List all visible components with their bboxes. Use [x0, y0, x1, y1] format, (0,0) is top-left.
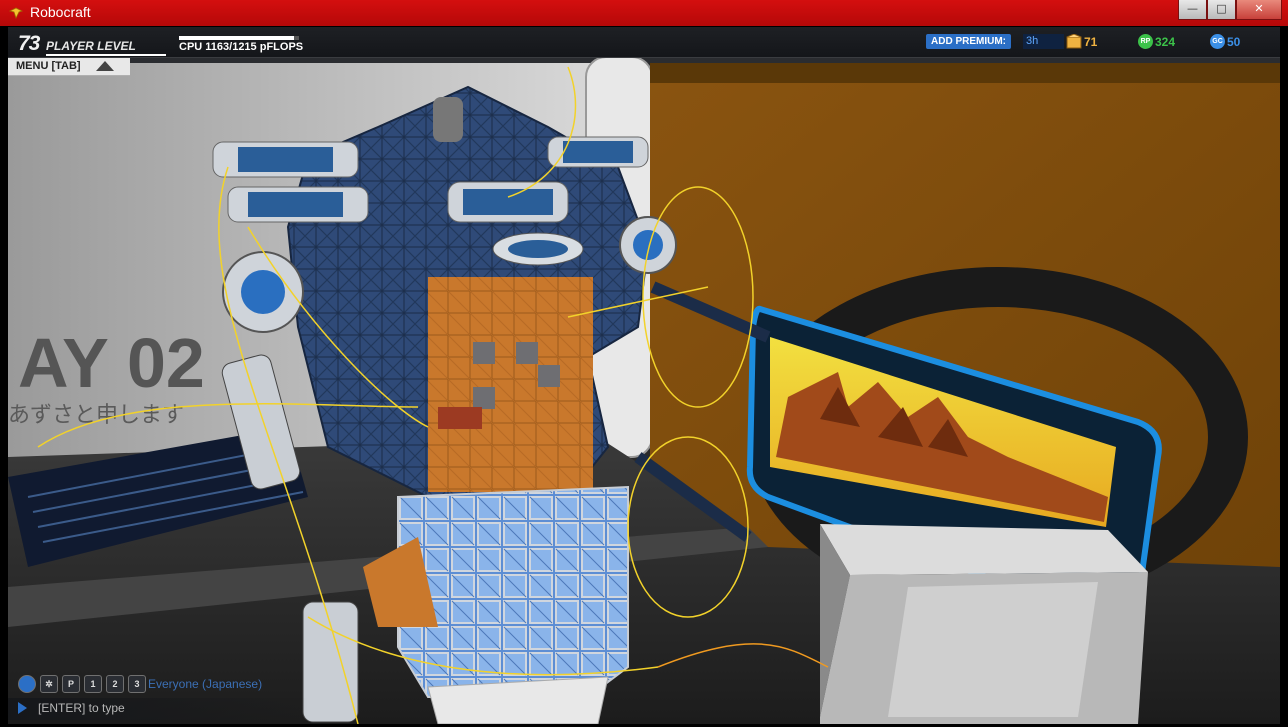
accessibility-icon[interactable]: ✲ [40, 675, 58, 693]
cpu-label: CPU 1163/1215 pFLOPS [179, 41, 304, 53]
rp-icon: RP [1138, 34, 1153, 49]
player-level-label: PLAYER LEVEL [46, 39, 136, 53]
window-title: Robocraft [30, 4, 91, 20]
garage-scene[interactable]: AY 02 あずさと申します [8, 27, 1280, 724]
player-level-number: 73 [18, 32, 40, 55]
player-level-progress [46, 54, 166, 56]
chat-panel: ✲ P 1 2 3 Everyone (Japanese) [ENTER] to… [8, 672, 308, 724]
menu-label: MENU [TAB] [16, 60, 81, 72]
wall-japanese-text: あずさと申します [8, 403, 184, 428]
minimize-button[interactable]: — [1178, 0, 1207, 20]
chat-channel-icons: ✲ P 1 2 3 [18, 675, 146, 693]
cpu-usage-bar [179, 36, 299, 40]
menu-tab-button[interactable]: MENU [TAB] [8, 58, 130, 76]
chat-channel-label: Everyone (Japanese) [148, 677, 263, 691]
player-2-icon[interactable]: 2 [106, 675, 124, 693]
game-viewport[interactable]: AY 02 あずさと申します 73 PLAYER LEVEL CPU 1163/… [8, 27, 1280, 724]
rp-count: 324 [1155, 34, 1176, 49]
player-1-icon[interactable]: 1 [84, 675, 102, 693]
player-3-icon[interactable]: 3 [128, 675, 146, 693]
crate-currency: 71 [1066, 34, 1097, 49]
maximize-button[interactable]: □ [1207, 0, 1236, 20]
gc-icon: GC [1210, 34, 1225, 49]
rp-currency: RP 324 [1138, 34, 1175, 49]
party-icon[interactable]: P [62, 675, 80, 693]
premium-time: 3h [1023, 34, 1064, 49]
gc-currency: GC 50 [1210, 34, 1240, 49]
wall-bay-text: AY 02 [18, 324, 205, 402]
add-premium-button[interactable]: ADD PREMIUM: [926, 34, 1011, 49]
hud-top-bar: 73 PLAYER LEVEL CPU 1163/1215 pFLOPS ADD… [8, 27, 1280, 58]
crate-count: 71 [1084, 34, 1098, 49]
chat-input-placeholder[interactable]: [ENTER] to type [38, 701, 125, 715]
chat-send-arrow-icon [18, 702, 27, 714]
silver-cube [820, 524, 1148, 724]
window-controls: — □ ✕ [1178, 0, 1282, 20]
close-button[interactable]: ✕ [1236, 0, 1282, 20]
robot-orange-torso [428, 277, 593, 492]
window-titlebar: Robocraft — □ ✕ [0, 0, 1288, 26]
robocraft-app-icon [8, 7, 24, 20]
menu-arrow-icon [96, 61, 114, 71]
crate-icon [1066, 34, 1082, 49]
gc-count: 50 [1227, 34, 1241, 49]
globe-icon[interactable] [18, 675, 36, 693]
